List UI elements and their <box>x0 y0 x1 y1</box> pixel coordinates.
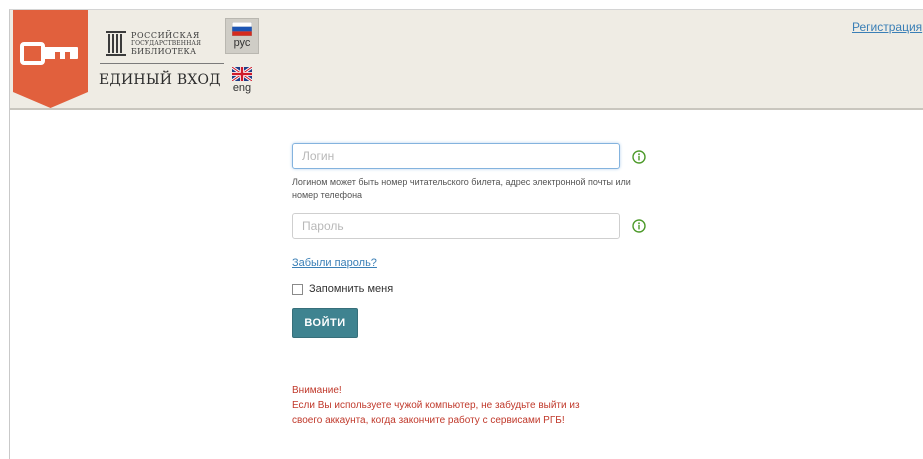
login-button[interactable]: ВОЙТИ <box>292 308 358 338</box>
login-input[interactable] <box>292 143 620 169</box>
language-ru-button[interactable]: рус <box>225 18 259 54</box>
logo-text: РОССИЙСКАЯ ГОСУДАРСТВЕННАЯ БИБЛИОТЕКА <box>131 32 201 56</box>
login-badge <box>13 10 88 108</box>
password-field-group <box>292 213 620 239</box>
warning-title: Внимание! <box>292 385 342 396</box>
forgot-password-link[interactable]: Забыли пароль? <box>292 257 377 269</box>
remember-me-checkbox[interactable] <box>292 283 303 295</box>
password-input[interactable] <box>292 213 620 239</box>
rsl-logo[interactable]: РОССИЙСКАЯ ГОСУДАРСТВЕННАЯ БИБЛИОТЕКА ЕД… <box>99 20 224 95</box>
logo-line-1: РОССИЙСКАЯ <box>131 31 200 40</box>
register-link[interactable]: Регистрация <box>852 20 922 34</box>
info-icon[interactable] <box>632 150 646 164</box>
language-en-button[interactable]: eng <box>225 64 259 100</box>
remember-me[interactable]: Запомнить меня <box>292 283 393 295</box>
russia-flag-icon <box>232 22 252 36</box>
key-icon <box>13 10 88 108</box>
library-columns-icon <box>106 31 126 56</box>
logo-title: ЕДИНЫЙ ВХОД <box>99 72 221 88</box>
language-en-label: eng <box>232 82 252 94</box>
info-icon[interactable] <box>632 219 646 233</box>
remember-me-label: Запомнить меня <box>309 283 394 295</box>
logo-divider <box>100 63 224 64</box>
header: РОССИЙСКАЯ ГОСУДАРСТВЕННАЯ БИБЛИОТЕКА ЕД… <box>10 10 923 110</box>
page-frame: РОССИЙСКАЯ ГОСУДАРСТВЕННАЯ БИБЛИОТЕКА ЕД… <box>9 9 923 459</box>
warning-line-1: Если Вы используете чужой компьютер, не … <box>292 400 580 411</box>
uk-flag-icon <box>232 67 252 81</box>
language-ru-label: рус <box>233 37 251 49</box>
warning-line-2: своего аккаунта, когда закончите работу … <box>292 415 565 426</box>
security-warning: Внимание! Если Вы используете чужой комп… <box>292 383 652 428</box>
logo-line-3: БИБЛИОТЕКА <box>131 47 197 56</box>
login-field-group <box>292 143 620 169</box>
login-hint: Логином может быть номер читательского б… <box>292 177 631 200</box>
